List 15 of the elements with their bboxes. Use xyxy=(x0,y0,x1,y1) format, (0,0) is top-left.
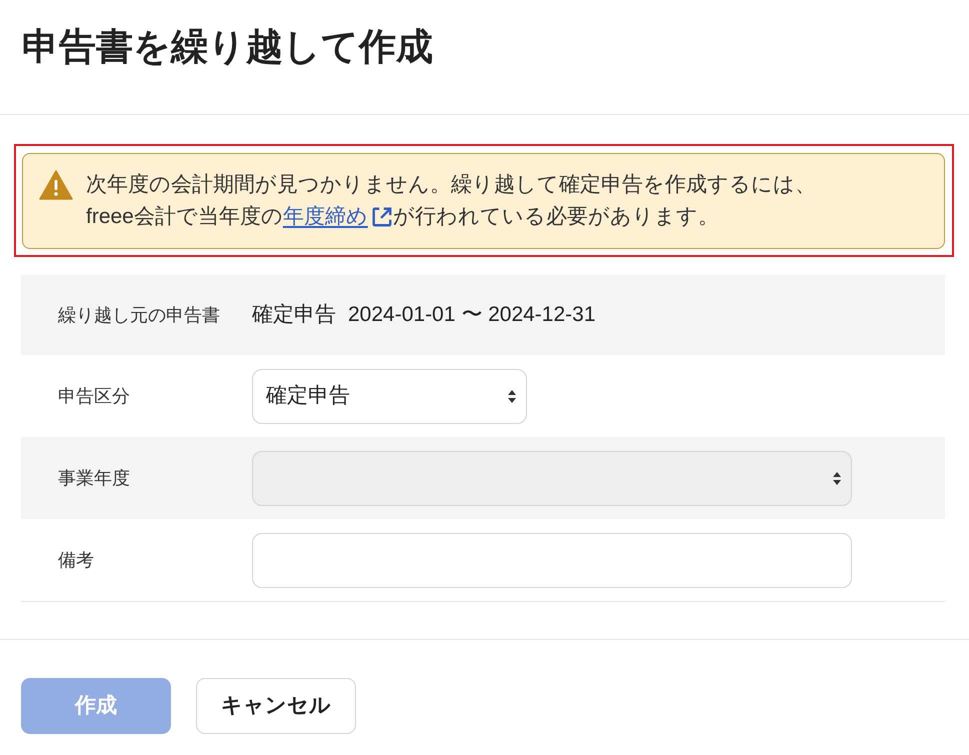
warning-message: 次年度の会計期間が見つかりません。繰り越して確定申告を作成するには、 freee会計で当年度の年度締め が行われている必要があります。 xyxy=(86,169,816,233)
source-return-type: 確定申告 xyxy=(252,302,336,328)
remarks-input[interactable] xyxy=(252,532,852,588)
cancel-button[interactable]: キャンセル xyxy=(196,678,356,734)
select-field[interactable]: 確定申告 xyxy=(252,368,527,424)
field-label: 備考 xyxy=(58,548,94,572)
field-label: 申告区分 xyxy=(58,384,130,408)
sort-caret-icon xyxy=(833,472,841,484)
sort-caret-icon xyxy=(508,390,516,402)
settlement-link[interactable]: 年度締め xyxy=(282,201,393,233)
field-label: 繰り越し元の申告書 xyxy=(58,304,220,326)
page-title: 申告書を繰り越して作成 xyxy=(22,25,433,69)
warning-icon xyxy=(39,170,73,200)
field-label: 事業年度 xyxy=(58,466,130,490)
source-return-period: 2024-01-01 〜 2024-12-31 xyxy=(348,302,596,328)
